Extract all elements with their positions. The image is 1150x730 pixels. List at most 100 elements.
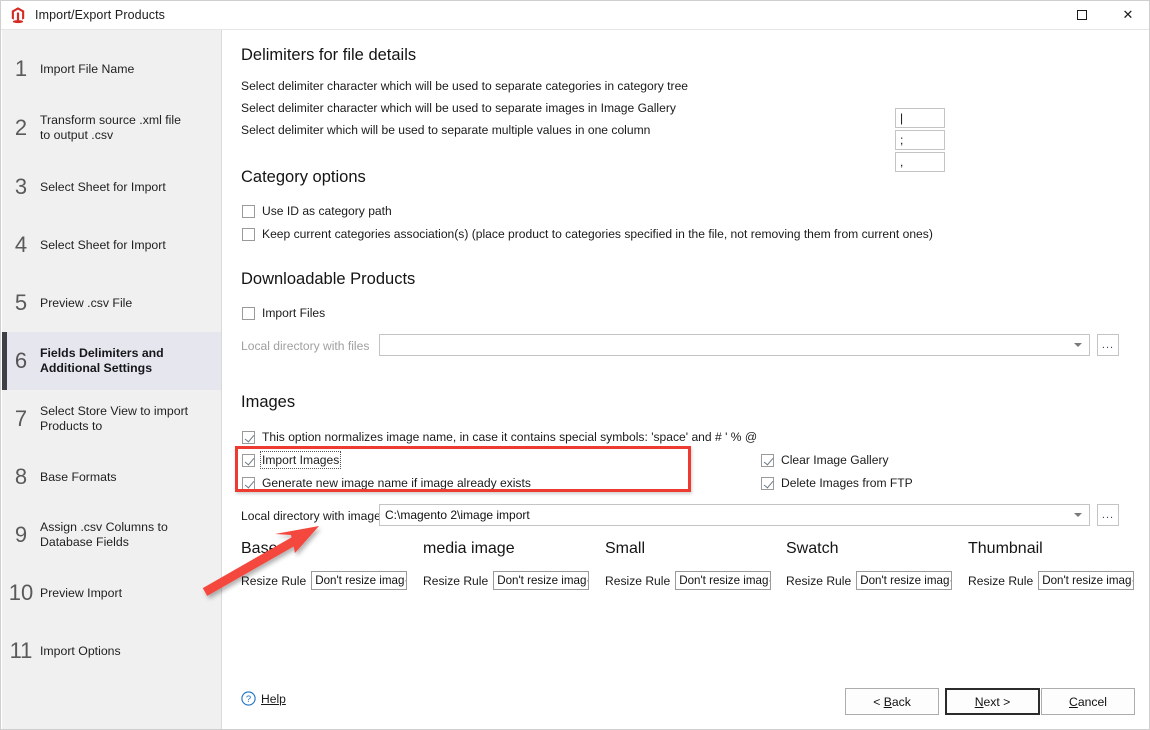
resize-rule-value: Don't resize imag xyxy=(497,574,587,587)
step-label: Base Formats xyxy=(40,469,117,484)
browse-files-button[interactable]: ... xyxy=(1097,334,1119,356)
maximize-icon xyxy=(1077,10,1087,20)
checkbox-generate-new-image-name[interactable]: Generate new image name if image already… xyxy=(242,476,531,490)
title-bar: Import/Export Products ✕ xyxy=(1,1,1149,30)
checkbox-box[interactable] xyxy=(242,204,255,218)
delimiter-label: Select delimiter character which will be… xyxy=(241,79,689,93)
step-number: 1 xyxy=(14,56,28,81)
step-number: 3 xyxy=(14,174,28,199)
delimiter-label: Select delimiter which will be used to s… xyxy=(241,123,651,137)
sidebar-step-11[interactable]: 11 Import Options xyxy=(2,622,221,680)
step-number: 7 xyxy=(14,406,28,431)
checkbox-box[interactable] xyxy=(242,453,255,467)
ellipsis-icon: ⋯ xyxy=(1131,574,1133,587)
checkbox-label: Clear Image Gallery xyxy=(781,453,889,467)
resize-rule-combo[interactable]: Don't resize imag ⋯ xyxy=(493,571,590,590)
step-number: 11 xyxy=(9,638,33,663)
resize-column-media-image: media image Resize Rule Don't resize ima… xyxy=(423,540,590,590)
sidebar-step-9[interactable]: 9 Assign .csv Columns to Database Fields xyxy=(2,506,221,564)
local-directory-with-images-label: Local directory with images xyxy=(241,509,387,523)
cancel-label: Cancel xyxy=(1069,694,1107,709)
checkbox-label: This option normalizes image name, in ca… xyxy=(262,430,758,444)
step-label: Preview Import xyxy=(40,585,123,600)
category-options-heading: Category options xyxy=(241,168,366,186)
resize-column-thumbnail: Thumbnail Resize Rule Don't resize imag … xyxy=(968,540,1135,590)
delimiter-row-image-gallery: Select delimiter character which will be… xyxy=(241,101,721,115)
chevron-down-icon xyxy=(1074,343,1082,347)
resize-column-title: Thumbnail xyxy=(968,540,1043,557)
local-directory-with-files-combo[interactable] xyxy=(379,334,1090,356)
browse-images-button[interactable]: ... xyxy=(1097,504,1119,526)
checkbox-box[interactable] xyxy=(242,476,255,490)
settings-panel: Delimiters for file details Select delim… xyxy=(223,30,1149,729)
resize-rule-combo[interactable]: Don't resize imag ⋯ xyxy=(856,571,953,590)
checkbox-box[interactable] xyxy=(242,306,255,320)
step-label: Import Options xyxy=(40,643,121,658)
close-button[interactable]: ✕ xyxy=(1105,1,1149,30)
step-number: 2 xyxy=(14,115,28,140)
resize-rule-label: Resize Rule xyxy=(605,573,671,588)
checkbox-box[interactable] xyxy=(242,430,255,444)
step-number: 6 xyxy=(14,348,28,373)
maximize-button[interactable] xyxy=(1059,1,1105,30)
checkbox-delete-images-from-ftp[interactable]: Delete Images from FTP xyxy=(761,476,913,490)
checkbox-import-files[interactable]: Import Files xyxy=(242,306,325,320)
help-link[interactable]: ? Help xyxy=(241,691,286,706)
resize-rule-value: Don't resize imag xyxy=(679,574,769,587)
step-number: 9 xyxy=(14,522,28,547)
resize-column-base: Base Resize Rule Don't resize imag ⋯ xyxy=(241,540,408,590)
step-label: Select Store View to import Products to xyxy=(40,404,189,433)
checkbox-clear-image-gallery[interactable]: Clear Image Gallery xyxy=(761,453,889,467)
sidebar-step-7[interactable]: 7 Select Store View to import Products t… xyxy=(2,390,221,448)
back-button[interactable]: < Back xyxy=(845,688,939,715)
delimiter-input-category-tree[interactable]: | xyxy=(895,108,945,128)
delimiter-label: Select delimiter character which will be… xyxy=(241,101,676,115)
step-label: Select Sheet for Import xyxy=(40,179,166,194)
checkbox-box[interactable] xyxy=(242,227,255,241)
resize-rule-value: Don't resize imag xyxy=(1042,574,1132,587)
import-export-products-window: Import/Export Products ✕ 1 Import File N… xyxy=(0,0,1150,730)
checkbox-label: Import Images xyxy=(259,451,342,469)
delimiters-heading: Delimiters for file details xyxy=(241,46,417,64)
cancel-button[interactable]: Cancel xyxy=(1041,688,1135,715)
step-number: 10 xyxy=(8,580,34,605)
step-number: 4 xyxy=(14,232,28,257)
resize-column-title: media image xyxy=(423,540,515,557)
ellipsis-icon: ⋯ xyxy=(586,574,588,587)
step-label: Preview .csv File xyxy=(40,295,133,310)
close-icon: ✕ xyxy=(1122,7,1134,22)
delimiter-input-multi-value[interactable]: , xyxy=(895,152,945,172)
checkbox-keep-current-categories[interactable]: Keep current categories association(s) (… xyxy=(242,227,933,241)
checkbox-box[interactable] xyxy=(761,476,774,490)
help-text: Help xyxy=(261,691,286,706)
step-label: Fields Delimiters and Additional Setting… xyxy=(40,346,164,375)
next-button[interactable]: Next > xyxy=(945,688,1040,715)
checkbox-use-id-as-category-path[interactable]: Use ID as category path xyxy=(242,204,392,218)
resize-rule-label: Resize Rule xyxy=(423,573,489,588)
ellipsis-icon: ⋯ xyxy=(768,574,770,587)
checkbox-normalize-image-name[interactable]: This option normalizes image name, in ca… xyxy=(242,430,757,444)
local-directory-with-images-combo[interactable]: C:\magento 2\image import xyxy=(379,504,1090,526)
back-label: < Back xyxy=(873,694,911,709)
sidebar-step-1[interactable]: 1 Import File Name xyxy=(2,40,221,98)
sidebar-step-2[interactable]: 2 Transform source .xml file to output .… xyxy=(2,98,221,158)
sidebar-step-6[interactable]: 6 Fields Delimiters and Additional Setti… xyxy=(2,332,221,390)
sidebar-step-10[interactable]: 10 Preview Import xyxy=(2,564,221,622)
sidebar-step-3[interactable]: 3 Select Sheet for Import xyxy=(2,158,221,216)
delimiter-input-image-gallery[interactable]: ; xyxy=(895,130,945,150)
ellipsis-icon: ⋯ xyxy=(404,574,406,587)
checkbox-label: Use ID as category path xyxy=(262,204,392,218)
resize-rule-combo[interactable]: Don't resize imag ⋯ xyxy=(1038,571,1135,590)
sidebar-step-8[interactable]: 8 Base Formats xyxy=(2,448,221,506)
resize-column-title: Swatch xyxy=(786,540,839,557)
downloadable-products-heading: Downloadable Products xyxy=(241,270,416,288)
sidebar-step-4[interactable]: 4 Select Sheet for Import xyxy=(2,216,221,274)
delimiter-row-category-tree: Select delimiter character which will be… xyxy=(241,79,721,93)
checkbox-import-images[interactable]: Import Images xyxy=(242,451,342,469)
next-label: Next > xyxy=(974,694,1011,709)
delimiter-row-multi-value: Select delimiter which will be used to s… xyxy=(241,123,721,137)
sidebar-step-5[interactable]: 5 Preview .csv File xyxy=(2,274,221,332)
checkbox-box[interactable] xyxy=(761,453,774,467)
resize-rule-combo[interactable]: Don't resize imag ⋯ xyxy=(675,571,772,590)
resize-rule-combo[interactable]: Don't resize imag ⋯ xyxy=(311,571,408,590)
